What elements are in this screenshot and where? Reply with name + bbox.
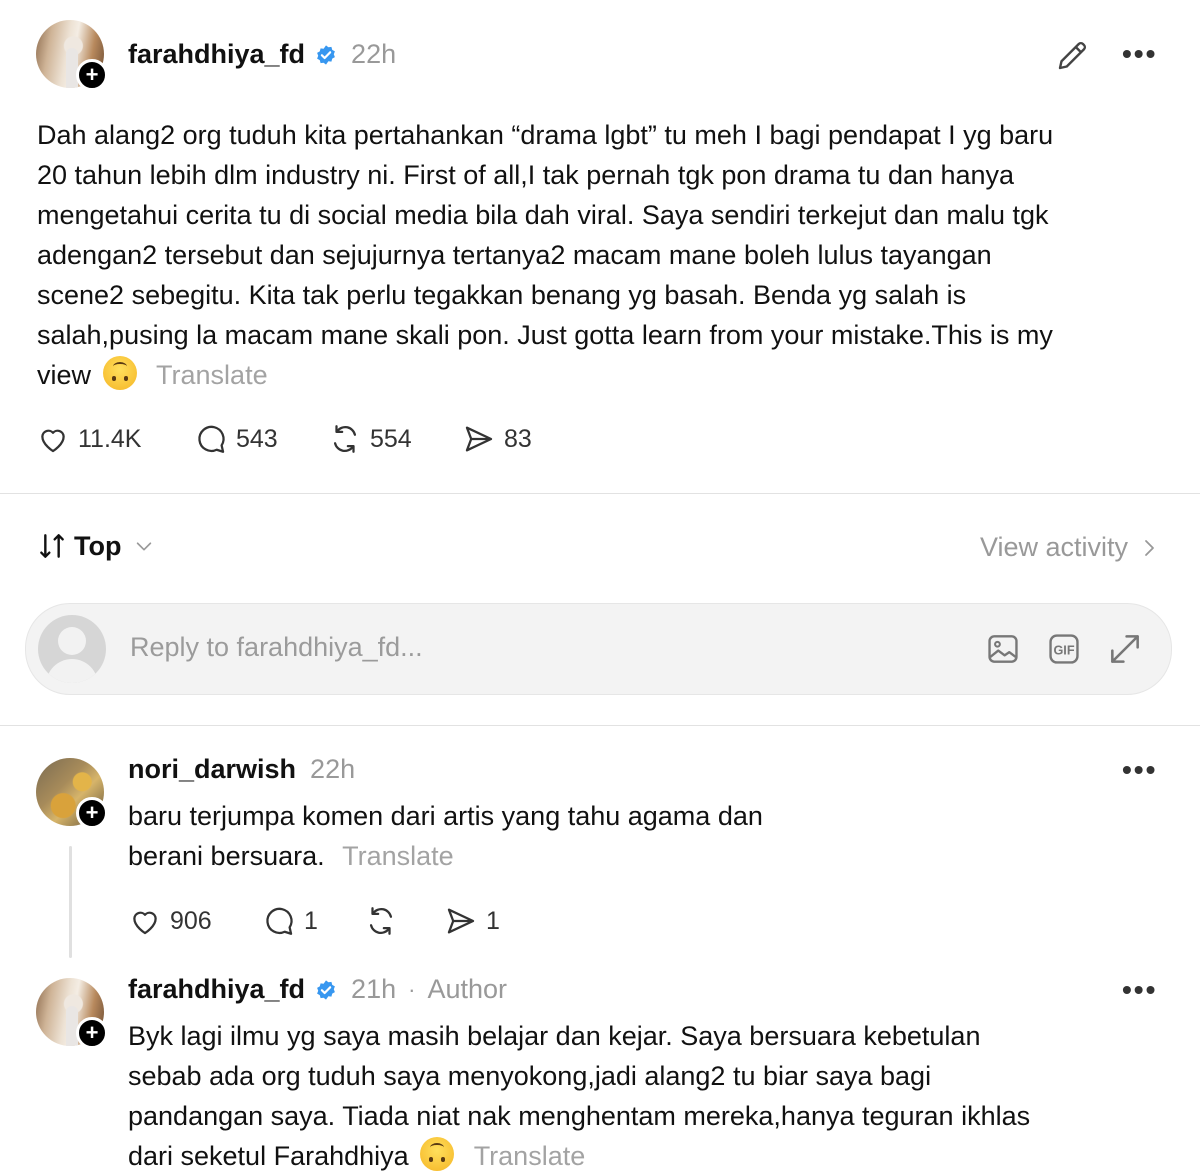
sort-dropdown[interactable]: Top (36, 530, 155, 562)
share-send-icon (447, 908, 475, 934)
current-user-avatar (38, 615, 106, 683)
post-like-button[interactable]: 11.4K (36, 422, 141, 456)
comment-translate-link[interactable]: Translate (342, 841, 454, 871)
comment-share-count: 1 (486, 906, 500, 935)
author-reply-username[interactable]: farahdhiya_fd (128, 974, 305, 1005)
comment-body: baru terjumpa komen dari artis yang tahu… (128, 796, 828, 876)
post-more-icon[interactable]: ••• (1122, 38, 1157, 70)
author-reply-more-icon[interactable]: ••• (1122, 974, 1157, 1006)
post-time: 22h (351, 39, 397, 69)
author-reply-translate-link[interactable]: Translate (474, 1141, 586, 1171)
heart-icon (133, 911, 157, 935)
upside-down-face-emoji-icon (102, 356, 137, 390)
follow-plus-icon[interactable]: + (76, 1017, 108, 1049)
section-divider (0, 493, 1200, 494)
upside-down-face-emoji-icon (420, 1137, 455, 1171)
comment-time: 22h (310, 754, 356, 784)
author-label: Author (427, 974, 507, 1004)
section-divider (0, 725, 1200, 726)
follow-plus-icon[interactable]: + (76, 797, 108, 829)
post-comment-count: 543 (236, 424, 278, 453)
post-username[interactable]: farahdhiya_fd (128, 39, 305, 70)
image-icon[interactable] (984, 630, 1022, 668)
gif-icon[interactable]: GIF (1045, 630, 1083, 668)
author-reply-header: farahdhiya_fd 21h · Author (128, 974, 507, 1005)
post-share-count: 83 (504, 424, 532, 453)
comment-comment-count: 1 (304, 906, 318, 935)
author-reply-body: Byk lagi ilmu yg saya masih belajar dan … (128, 1016, 1048, 1176)
post-comment-button[interactable]: 543 (194, 422, 278, 456)
reply-input[interactable]: Reply to farahdhiya_fd... (130, 632, 423, 663)
sort-arrows-icon (40, 534, 64, 558)
edit-pencil-icon[interactable] (1054, 38, 1090, 74)
repost-icon (333, 425, 357, 453)
author-reply-time: 21h (351, 974, 397, 1004)
post-repost-button[interactable]: 554 (328, 422, 412, 456)
share-send-icon (465, 426, 493, 452)
view-activity-link[interactable]: View activity (980, 532, 1160, 563)
expand-icon[interactable] (1106, 630, 1144, 668)
chevron-right-icon (1145, 539, 1154, 556)
view-activity-label: View activity (979, 532, 1128, 562)
comment-like-button[interactable]: 906 (128, 904, 212, 938)
author-separator: · (408, 976, 416, 1002)
post-header: farahdhiya_fd 22h (128, 39, 396, 70)
comment-header: nori_darwish 22h (128, 754, 355, 785)
follow-plus-icon[interactable]: + (76, 59, 108, 91)
verified-badge-icon (317, 44, 335, 65)
verified-badge-icon (317, 979, 335, 1000)
heart-icon (41, 429, 65, 453)
thread-line (69, 846, 72, 958)
post-translate-link[interactable]: Translate (156, 360, 268, 390)
post-text: Dah alang2 org tuduh kita pertahankan “d… (37, 120, 1054, 390)
reply-box[interactable]: Reply to farahdhiya_fd... GIF (25, 603, 1172, 695)
repost-icon (369, 907, 393, 935)
post-share-button[interactable]: 83 (462, 422, 532, 456)
post-like-count: 11.4K (78, 424, 142, 453)
comment-like-count: 906 (170, 906, 212, 935)
comment-repost-button[interactable] (364, 904, 398, 938)
comment-bubble-icon (198, 425, 225, 453)
sort-label: Top (74, 530, 122, 561)
svg-text:GIF: GIF (1053, 644, 1074, 658)
default-avatar-icon (38, 615, 106, 683)
post-repost-count: 554 (370, 424, 412, 453)
comment-username[interactable]: nori_darwish (128, 754, 296, 785)
comment-comment-button[interactable]: 1 (262, 904, 318, 938)
chevron-down-icon (137, 542, 152, 551)
comment-more-icon[interactable]: ••• (1122, 754, 1157, 786)
comment-share-button[interactable]: 1 (444, 904, 500, 938)
comment-bubble-icon (266, 907, 293, 935)
post-body: Dah alang2 org tuduh kita pertahankan “d… (37, 115, 1067, 395)
